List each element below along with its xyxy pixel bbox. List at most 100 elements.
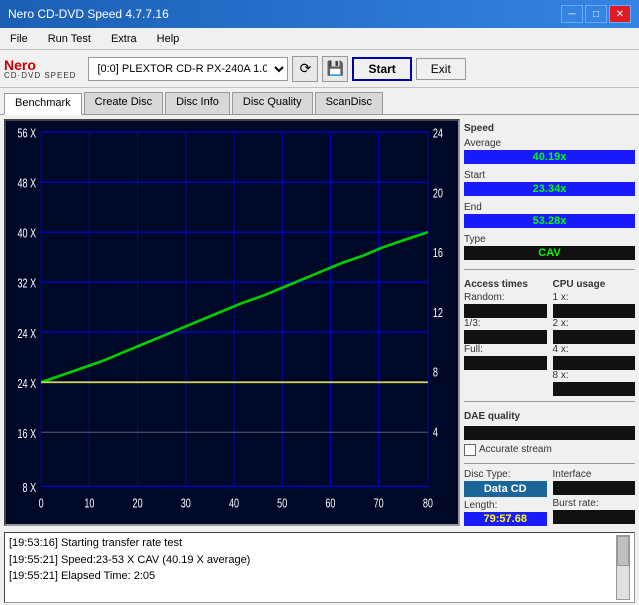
cpu-2x-value [553, 330, 636, 344]
speed-type-label: Type [464, 234, 635, 245]
minimize-button[interactable]: ─ [561, 5, 583, 23]
exit-button[interactable]: Exit [416, 58, 466, 80]
close-button[interactable]: ✕ [609, 5, 631, 23]
separator-3 [464, 463, 635, 464]
access-times-col: Access times Random: 1/3: Full: [464, 275, 547, 396]
dae-quality-title: DAE quality [464, 411, 635, 422]
menu-run-test[interactable]: Run Test [42, 31, 97, 47]
svg-text:24 X: 24 X [18, 377, 37, 391]
scrollbar-thumb[interactable] [617, 536, 629, 566]
speed-end-label: End [464, 202, 635, 213]
log-area: [19:53:16] Starting transfer rate test [… [4, 532, 635, 603]
svg-text:4: 4 [433, 426, 438, 440]
log-line-3: [19:55:21] Elapsed Time: 2:05 [9, 568, 614, 585]
svg-text:24: 24 [433, 127, 443, 141]
burst-rate-value [553, 510, 636, 524]
speed-average-label: Average [464, 138, 635, 149]
svg-text:16: 16 [433, 247, 443, 261]
tab-disc-quality[interactable]: Disc Quality [232, 92, 313, 114]
speed-type-block: Type CAV [464, 234, 635, 264]
cpu-4x-label: 4 x: [553, 344, 636, 355]
speed-average-value: 40.19x [464, 150, 635, 164]
svg-text:24 X: 24 X [18, 327, 37, 341]
speed-start-label: Start [464, 170, 635, 181]
svg-text:10: 10 [84, 497, 94, 511]
two-col-section: Access times Random: 1/3: Full: CPU usag… [464, 275, 635, 396]
cpu-8x-label: 8 x: [553, 370, 636, 381]
burst-rate-label: Burst rate: [553, 498, 636, 509]
title-bar: Nero CD-DVD Speed 4.7.7.16 ─ □ ✕ [0, 0, 639, 28]
svg-text:20: 20 [133, 497, 143, 511]
refresh-icon-button[interactable]: ⟳ [292, 56, 318, 82]
maximize-button[interactable]: □ [585, 5, 607, 23]
tab-scan-disc[interactable]: ScanDisc [315, 92, 383, 114]
cpu-1x-value [553, 304, 636, 318]
log-scrollbar[interactable] [616, 535, 630, 600]
svg-text:16 X: 16 X [18, 428, 37, 442]
log-line-1: [19:53:16] Starting transfer rate test [9, 535, 614, 552]
accurate-stream-label: Accurate stream [479, 444, 552, 455]
access-full-label: Full: [464, 344, 547, 355]
cpu-1x-label: 1 x: [553, 292, 636, 303]
interface-value [553, 481, 636, 495]
speed-start-block: Start 23.34x [464, 170, 635, 200]
length-value: 79:57.68 [464, 512, 547, 526]
disc-type-value: Data CD [464, 481, 547, 497]
tab-disc-info[interactable]: Disc Info [165, 92, 230, 114]
svg-text:8 X: 8 X [23, 482, 37, 496]
access-onethird-label: 1/3: [464, 318, 547, 329]
start-button[interactable]: Start [352, 57, 411, 81]
nero-logo: Nero CD·DVD SPEED [4, 58, 76, 80]
interface-col: Interface Burst rate: [553, 469, 636, 526]
menu-bar: File Run Test Extra Help [0, 28, 639, 50]
app-title: Nero CD-DVD Speed 4.7.7.16 [8, 7, 169, 21]
cpu-usage-title: CPU usage [553, 279, 636, 290]
chart-svg: 56 X 48 X 40 X 32 X 24 X 24 X 16 X 8 X 2… [6, 121, 458, 524]
title-bar-buttons: ─ □ ✕ [561, 5, 631, 23]
access-onethird-value [464, 330, 547, 344]
svg-text:56 X: 56 X [18, 127, 37, 141]
disc-type-col: Disc Type: Data CD Length: 79:57.68 [464, 469, 547, 526]
svg-text:40: 40 [229, 497, 239, 511]
svg-text:80: 80 [423, 497, 433, 511]
svg-text:8: 8 [433, 366, 438, 380]
svg-text:40 X: 40 X [18, 227, 37, 241]
svg-text:48 X: 48 X [18, 177, 37, 191]
speed-section-title: Speed [464, 123, 635, 134]
separator-1 [464, 269, 635, 270]
cpu-4x-value [553, 356, 636, 370]
access-random-value [464, 304, 547, 318]
speed-end-block: End 53.28x [464, 202, 635, 232]
menu-file[interactable]: File [4, 31, 34, 47]
speed-start-value: 23.34x [464, 182, 635, 196]
svg-text:70: 70 [374, 497, 384, 511]
right-panel: Speed Average 40.19x Start 23.34x End 53… [464, 115, 639, 530]
access-times-title: Access times [464, 279, 547, 290]
disc-interface-col: Disc Type: Data CD Length: 79:57.68 Inte… [464, 469, 635, 526]
accurate-stream-row: Accurate stream [464, 444, 635, 456]
menu-help[interactable]: Help [151, 31, 186, 47]
drive-selector[interactable]: [0:0] PLEXTOR CD-R PX-240A 1.00 [88, 57, 288, 81]
access-random-label: Random: [464, 292, 547, 303]
speed-end-value: 53.28x [464, 214, 635, 228]
nero-text: Nero [4, 58, 76, 72]
svg-text:0: 0 [39, 497, 44, 511]
length-label: Length: [464, 500, 547, 511]
tab-create-disc[interactable]: Create Disc [84, 92, 163, 114]
log-content: [19:53:16] Starting transfer rate test [… [9, 535, 614, 600]
menu-extra[interactable]: Extra [105, 31, 143, 47]
dae-quality-value [464, 426, 635, 440]
log-line-2: [19:55:21] Speed:23-53 X CAV (40.19 X av… [9, 552, 614, 569]
svg-text:30: 30 [181, 497, 191, 511]
accurate-stream-checkbox[interactable] [464, 444, 476, 456]
toolbar: Nero CD·DVD SPEED [0:0] PLEXTOR CD-R PX-… [0, 50, 639, 88]
access-full-value [464, 356, 547, 370]
svg-text:12: 12 [433, 307, 443, 321]
nero-sub: CD·DVD SPEED [4, 72, 76, 80]
cpu-8x-value [553, 382, 636, 396]
tab-benchmark[interactable]: Benchmark [4, 93, 82, 115]
log-section: [19:53:16] Starting transfer rate test [… [0, 530, 639, 605]
disc-type-title: Disc Type: [464, 469, 547, 480]
save-icon-button[interactable]: 💾 [322, 56, 348, 82]
svg-text:50: 50 [277, 497, 287, 511]
